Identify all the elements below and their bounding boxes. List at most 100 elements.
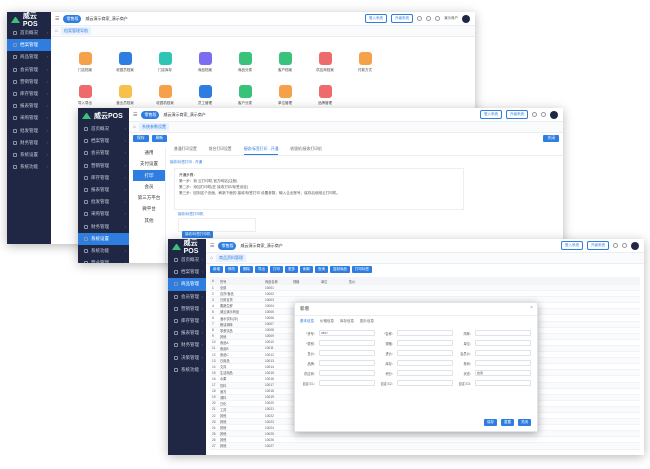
sidebar-item[interactable]: 报表管理 › <box>168 327 206 339</box>
upgrade-button[interactable]: 升级系统 <box>391 14 413 23</box>
upgrade-button[interactable]: 升级系统 <box>587 241 609 250</box>
avatar[interactable] <box>462 14 470 23</box>
field-input[interactable] <box>397 370 453 376</box>
column-header[interactable]: # <box>210 279 218 283</box>
sidebar-item[interactable]: 营销管理 › <box>7 76 51 88</box>
toolbar-button[interactable]: 刷新 <box>300 265 313 273</box>
toolbar-button[interactable]: 更多 <box>285 265 298 273</box>
sidebar-item[interactable]: 库存管理 › <box>7 88 51 100</box>
sidebar-item[interactable]: 财务管理 › <box>7 137 51 149</box>
module-tile[interactable]: 品牌管理 <box>305 85 345 106</box>
column-header[interactable]: 售价 <box>347 279 640 284</box>
sidebar-item[interactable]: 采购管理 › <box>7 112 51 124</box>
bell-icon[interactable] <box>541 112 546 117</box>
sidebar-item[interactable]: 系统功能 › <box>7 161 51 173</box>
login-button[interactable]: 登入系统 <box>561 241 583 250</box>
printer-button[interactable]: 接收/标签打印机 <box>182 231 214 238</box>
sidebar-item[interactable]: 会员管理 › <box>168 291 206 303</box>
module-tile[interactable]: 收银机档案 <box>145 85 185 106</box>
sidebar-item[interactable]: 决策管理 › <box>168 352 206 364</box>
help-icon[interactable] <box>532 112 537 117</box>
bell-icon[interactable] <box>426 16 431 21</box>
module-tile[interactable]: 单位管理 <box>265 85 305 106</box>
field-input[interactable]: 启用 <box>475 370 531 376</box>
sidebar-item[interactable]: 系统功能 › <box>168 364 206 376</box>
column-header[interactable]: 货号 <box>218 279 263 284</box>
sidebar-item[interactable]: 首页概况 › <box>168 254 206 266</box>
field-input[interactable] <box>475 330 531 336</box>
toolbar-button[interactable]: 查询 <box>315 265 328 273</box>
sidebar-item[interactable]: 系统设置 › <box>7 149 51 161</box>
sidebar-item[interactable]: 首页概况 › <box>7 27 51 39</box>
field-input[interactable] <box>319 360 375 366</box>
save-button[interactable]: 保存 <box>133 135 149 142</box>
sidebar-item[interactable]: 系统功能 › <box>78 245 129 257</box>
bell-icon[interactable] <box>622 243 627 248</box>
user-name[interactable]: 演示商户 <box>444 16 458 21</box>
module-tile[interactable]: 付款方式 <box>345 52 385 73</box>
field-input[interactable] <box>397 380 453 386</box>
module-tile[interactable]: 供应商档案 <box>305 52 345 73</box>
sidebar-item[interactable]: 批发管理 › <box>7 125 51 137</box>
module-tile[interactable]: 商品分类 <box>225 52 265 73</box>
module-tile[interactable]: 营业员档案 <box>105 85 145 106</box>
tab-product[interactable]: 商品资料管理 <box>216 254 247 262</box>
close-icon[interactable]: × <box>530 305 533 311</box>
sidebar-item[interactable]: 首页概况 › <box>78 123 129 135</box>
sidebar-item[interactable]: 营业管理 › <box>78 257 129 263</box>
sidebar-item[interactable]: 财务管理 › <box>78 221 129 233</box>
sidebar-item[interactable]: 商品管理 › <box>168 278 206 291</box>
sidebar-item[interactable]: 报表管理 › <box>7 100 51 112</box>
help-icon[interactable] <box>613 243 618 248</box>
table-row[interactable]: 27 其他 10027 <box>210 443 640 450</box>
module-tile[interactable]: 收银员档案 <box>105 52 145 73</box>
sidebar-item[interactable]: 财务管理 › <box>168 339 206 351</box>
sidebar-item[interactable]: 档案管理 › <box>7 39 51 52</box>
module-tile[interactable]: 导入导出 <box>65 85 105 106</box>
field-input[interactable] <box>319 340 375 346</box>
sidebar-item[interactable]: 档案管理 › <box>168 266 206 278</box>
module-tile[interactable]: 门店库存 <box>145 52 185 73</box>
field-input[interactable] <box>319 380 375 386</box>
settings-tab[interactable]: 收银机/接收打印机 <box>290 147 321 155</box>
field-input[interactable] <box>397 360 453 366</box>
field-input[interactable] <box>397 330 453 336</box>
module-tile[interactable]: 客户档案 <box>265 52 305 73</box>
sidebar-item[interactable]: 采购管理 › <box>78 208 129 220</box>
dialog-tab[interactable]: 图片信息 <box>360 319 374 324</box>
sidebar-item[interactable]: 会员管理 › <box>78 147 129 159</box>
column-header[interactable]: 单位 <box>319 279 347 284</box>
settings-tab[interactable]: 普通打印设置 <box>174 147 197 155</box>
settings-category[interactable]: 会员 <box>133 181 165 192</box>
toolbar-button[interactable]: 复制商品 <box>330 265 350 273</box>
sidebar-item[interactable]: 营销管理 › <box>168 303 206 315</box>
toolbar-button[interactable]: 新增 <box>210 265 223 273</box>
dialog-tab[interactable]: 价格信息 <box>320 319 334 324</box>
sidebar-item[interactable]: 商品管理 › <box>7 51 51 63</box>
field-input[interactable] <box>319 350 375 356</box>
help-icon[interactable] <box>417 16 422 21</box>
sidebar-item[interactable]: 报表管理 › <box>78 184 129 196</box>
field-input[interactable] <box>475 380 531 386</box>
toolbar-button[interactable]: 导出 <box>255 265 268 273</box>
toolbar-button[interactable]: 修改 <box>225 265 238 273</box>
dialog-tab[interactable]: 库存信息 <box>340 319 354 324</box>
settings-tab[interactable]: 接收/标签打印 - 开通 <box>243 147 279 155</box>
field-input[interactable] <box>475 340 531 346</box>
printer-link[interactable]: 接收/标签打印机 <box>178 212 203 217</box>
avatar[interactable] <box>550 110 558 119</box>
module-tile[interactable]: 客户分类 <box>225 85 265 106</box>
sidebar-item[interactable]: 批发管理 › <box>78 196 129 208</box>
field-input[interactable]: 2807 <box>319 330 375 336</box>
login-button[interactable]: 登入系统 <box>480 110 502 119</box>
home-icon[interactable]: ⌂ <box>133 124 136 130</box>
close-button[interactable]: 关闭 <box>543 135 559 142</box>
toolbar-button[interactable]: 删除 <box>240 265 253 273</box>
module-tile[interactable]: 员工管理 <box>185 85 225 106</box>
settings-category[interactable]: 其他 <box>133 215 165 226</box>
sidebar-item[interactable]: 会员管理 › <box>7 64 51 76</box>
settings-category[interactable]: 微平台 <box>133 203 165 214</box>
toolbar-button[interactable]: 打印标签 <box>352 265 372 273</box>
toolbar-button[interactable]: 打印 <box>270 265 283 273</box>
section-link[interactable]: 接收/标签打印 - 开通 <box>170 160 202 165</box>
